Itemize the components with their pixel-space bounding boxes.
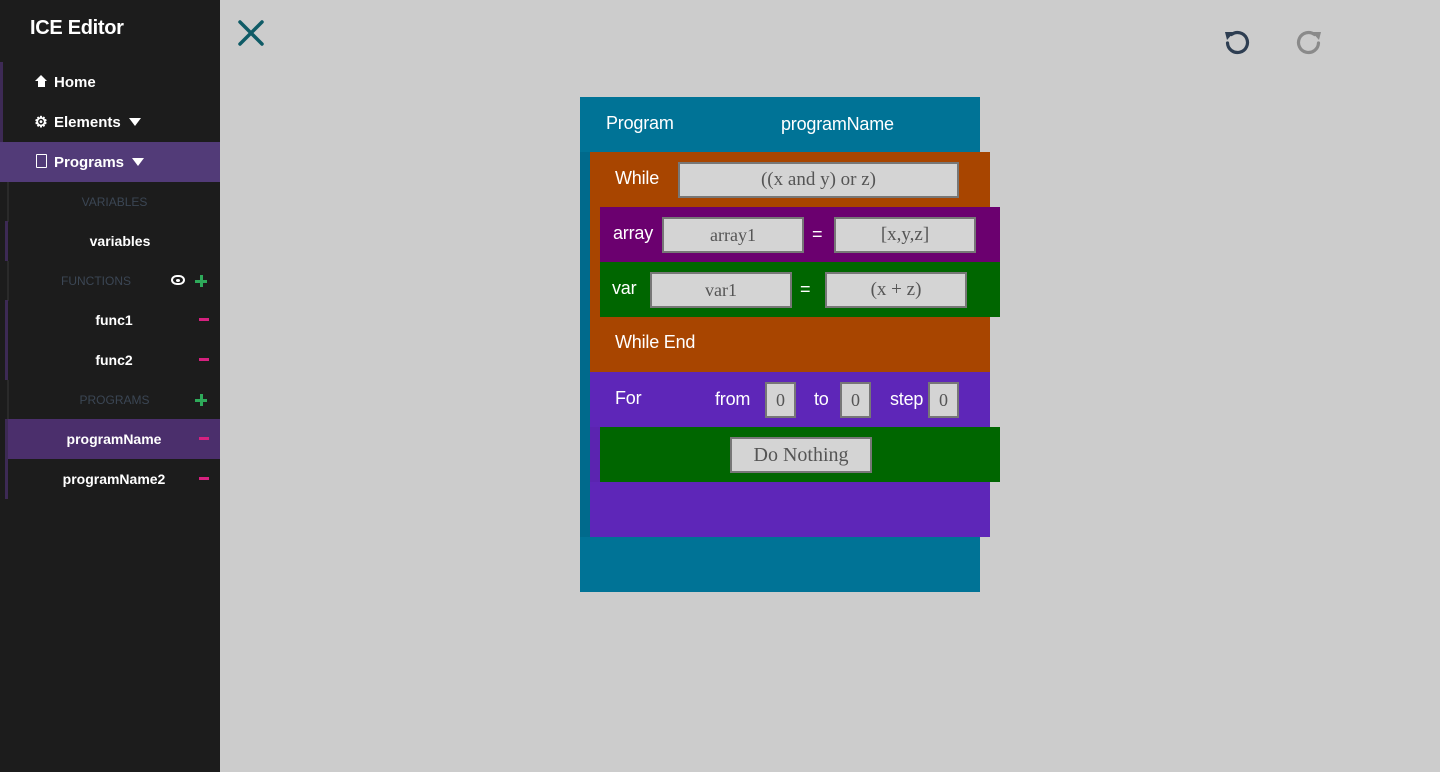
for-body-strip bbox=[590, 427, 600, 482]
program-body-strip bbox=[580, 152, 590, 537]
do-nothing-button[interactable]: Do Nothing bbox=[730, 437, 872, 473]
caret-down-icon bbox=[128, 118, 141, 126]
nav-programs[interactable]: Programs bbox=[0, 142, 220, 182]
while-body-strip bbox=[590, 207, 600, 317]
var-name-field[interactable]: var1 bbox=[650, 272, 792, 308]
close-icon bbox=[238, 20, 264, 46]
sidebar-item-func1-label: func1 bbox=[95, 312, 133, 328]
array-name-field[interactable]: array1 bbox=[662, 217, 804, 253]
while-condition-field[interactable]: ((x and y) or z) bbox=[678, 162, 959, 198]
remove-func2-button[interactable] bbox=[199, 358, 209, 361]
array-keyword: array bbox=[613, 223, 654, 243]
sidebar-item-programName2[interactable]: programName2 bbox=[5, 459, 220, 499]
add-function-button[interactable] bbox=[195, 275, 207, 287]
programs-heading: PROGRAMS bbox=[7, 380, 220, 420]
array-value-field[interactable]: [x,y,z] bbox=[834, 217, 976, 253]
for-step-field[interactable]: 0 bbox=[928, 382, 959, 418]
eye-icon[interactable] bbox=[171, 275, 185, 285]
for-step-label: step bbox=[890, 389, 924, 409]
sidebar-item-variables[interactable]: variables bbox=[5, 221, 220, 261]
sidebar-item-func1[interactable]: func1 bbox=[5, 300, 220, 340]
sidebar-item-programName[interactable]: programName bbox=[5, 419, 220, 459]
var-equals: = bbox=[800, 279, 811, 299]
remove-programName-button[interactable] bbox=[199, 437, 209, 440]
sidebar-item-func2-label: func2 bbox=[95, 352, 133, 368]
var-block[interactable]: var var1 = (x + z) bbox=[600, 262, 1000, 317]
caret-down-icon bbox=[132, 158, 145, 166]
for-to-field[interactable]: 0 bbox=[840, 382, 871, 418]
while-keyword: While bbox=[615, 168, 660, 188]
sidebar-item-programName2-label: programName2 bbox=[62, 471, 166, 487]
undo-icon bbox=[1225, 30, 1250, 55]
remove-programName2-button[interactable] bbox=[199, 477, 209, 480]
while-end-block[interactable]: While End bbox=[590, 317, 990, 372]
for-to-label: to bbox=[814, 389, 829, 409]
array-equals: = bbox=[812, 224, 823, 244]
undo-button[interactable] bbox=[1223, 28, 1251, 56]
array-block[interactable]: array array1 = [x,y,z] bbox=[600, 207, 1000, 262]
gear-icon: ⚙ bbox=[34, 114, 48, 131]
sidebar: ICE Editor Home ⚙ Elements Programs VARI… bbox=[0, 0, 220, 772]
redo-icon bbox=[1296, 30, 1321, 55]
do-nothing-block[interactable]: Do Nothing bbox=[600, 427, 1000, 482]
variables-heading: VARIABLES bbox=[7, 182, 220, 222]
sidebar-item-func2[interactable]: func2 bbox=[5, 340, 220, 380]
nav-elements[interactable]: ⚙ Elements bbox=[0, 102, 220, 142]
home-icon bbox=[33, 74, 49, 90]
while-block[interactable]: While ((x and y) or z) bbox=[590, 152, 990, 207]
app-title[interactable]: ICE Editor bbox=[30, 17, 124, 40]
for-keyword: For bbox=[615, 388, 642, 408]
var-keyword: var bbox=[612, 278, 637, 298]
for-from-field[interactable]: 0 bbox=[765, 382, 796, 418]
functions-heading-label: FUNCTIONS bbox=[61, 274, 131, 288]
nav-programs-label: Programs bbox=[54, 153, 125, 171]
program-keyword: Program bbox=[606, 113, 674, 133]
sidebar-item-variables-label: variables bbox=[89, 233, 151, 249]
nav-elements-label: Elements bbox=[54, 113, 121, 131]
document-icon bbox=[33, 153, 49, 171]
sidebar-item-programName-label: programName bbox=[66, 431, 162, 447]
while-end-keyword: While End bbox=[615, 332, 696, 352]
close-button[interactable] bbox=[236, 18, 266, 48]
nav-home-label: Home bbox=[54, 73, 96, 91]
remove-func1-button[interactable] bbox=[199, 318, 209, 321]
add-program-button[interactable] bbox=[195, 394, 207, 406]
functions-heading: FUNCTIONS bbox=[7, 261, 220, 301]
redo-button[interactable] bbox=[1295, 28, 1323, 56]
for-from-label: from bbox=[715, 389, 751, 409]
nav-home[interactable]: Home bbox=[0, 62, 220, 102]
program-name[interactable]: programName bbox=[781, 114, 894, 135]
var-value-field[interactable]: (x + z) bbox=[825, 272, 967, 308]
